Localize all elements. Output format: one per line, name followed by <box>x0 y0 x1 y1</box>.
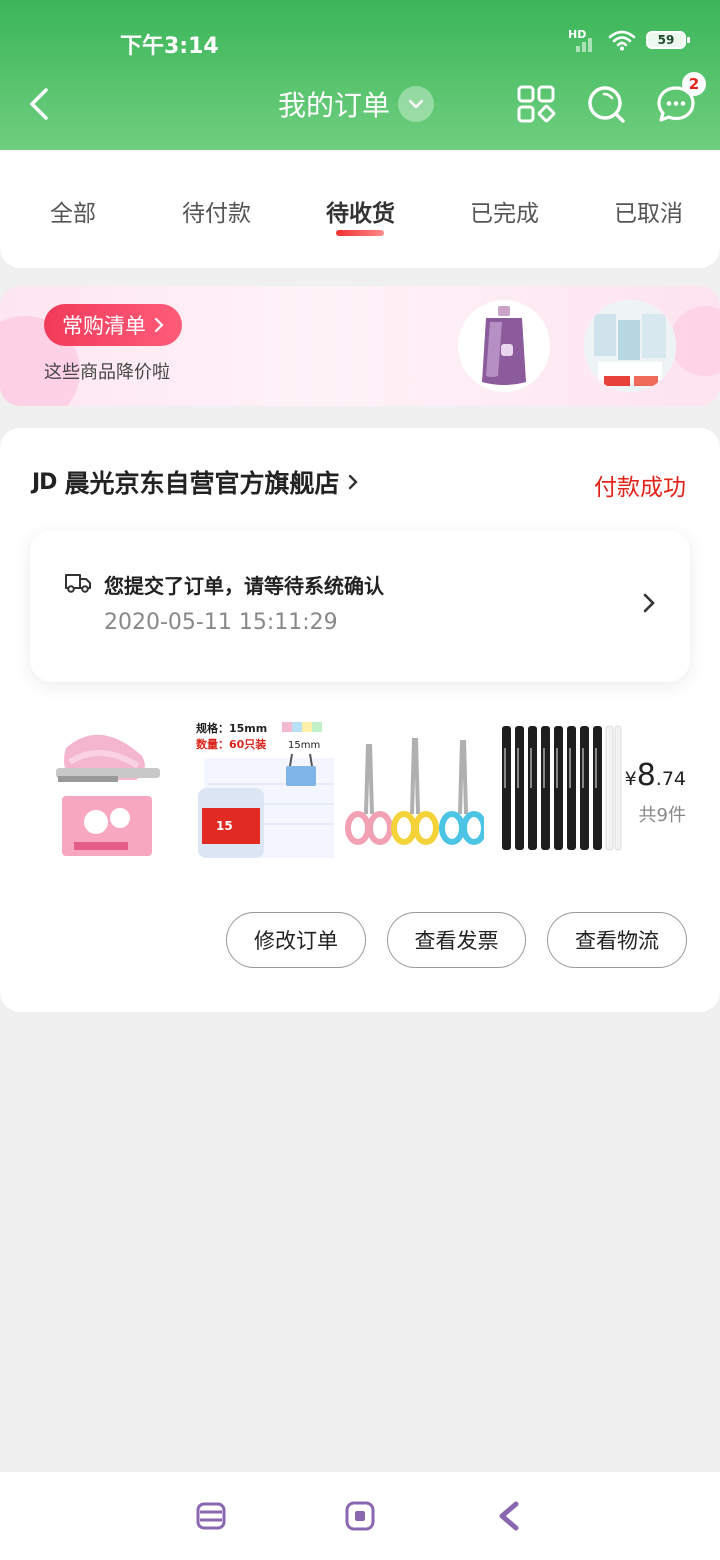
frequent-list-label: 常购清单 <box>62 314 146 338</box>
notice-message: 您提交了订单，请等待系统确认 <box>104 574 384 598</box>
back-icon[interactable] <box>24 84 64 124</box>
chevron-right-icon <box>154 317 164 333</box>
menu-icon[interactable] <box>195 1500 227 1532</box>
jd-logo: JD <box>32 469 57 495</box>
signal-icon: HD <box>568 28 598 52</box>
mask-pack-image <box>584 300 676 392</box>
product-thumb-binder-clips[interactable]: 规格：15mm 数量：60只装 15mm 15 <box>194 718 336 864</box>
wifi-icon <box>608 30 636 51</box>
order-total-price: ¥8.74 <box>625 758 686 793</box>
scissors-image <box>345 737 487 845</box>
price-integer: 8 <box>636 758 656 793</box>
header: 下午3:14 HD 59 我的订单 2 <box>0 0 720 150</box>
order-progress-notice[interactable]: 您提交了订单，请等待系统确认 2020-05-11 15:11:29 <box>30 530 690 682</box>
status-time: 下午3:14 <box>120 34 219 59</box>
decor-blob <box>670 306 720 376</box>
item-count: 共9件 <box>638 805 686 826</box>
nav-bar: 我的订单 2 <box>0 72 720 130</box>
notice-timestamp: 2020-05-11 15:11:29 <box>104 610 338 635</box>
home-icon[interactable] <box>344 1500 376 1532</box>
promo-product-thumb[interactable] <box>458 300 550 392</box>
order-card[interactable]: JD 晨光京东自营官方旗舰店 付款成功 您提交了订单，请等待系统确认 2020-… <box>0 428 720 1012</box>
price-decimal: .74 <box>655 768 686 790</box>
tab-pending-receipt[interactable]: 待收货 <box>326 194 395 228</box>
clip-spec-label: 规格：15mm <box>196 721 267 735</box>
store-name: 晨光京东自营官方旗舰店 <box>64 469 340 498</box>
active-tab-indicator <box>336 230 384 236</box>
tab-cancelled[interactable]: 已取消 <box>614 194 683 228</box>
promo-subtitle: 这些商品降价啦 <box>44 362 170 383</box>
clip-size-mark: 15mm <box>288 740 320 751</box>
status-icons: HD 59 <box>568 28 690 52</box>
tab-completed[interactable]: 已完成 <box>470 194 539 228</box>
binder-clips-image: 规格：15mm 数量：60只装 15mm 15 <box>194 718 336 864</box>
perfume-bottle-image <box>482 306 526 385</box>
grid-icon[interactable] <box>516 84 556 124</box>
clip-qty-label: 数量：60只装 <box>196 737 266 751</box>
order-price-summary: ¥8.74 共9件 <box>625 758 686 827</box>
product-thumb-gel-pens[interactable] <box>498 718 622 864</box>
back-nav-icon[interactable] <box>494 1500 526 1532</box>
order-tabs: 全部 待付款 待收货 已完成 已取消 <box>0 150 720 268</box>
tab-all[interactable]: 全部 <box>50 194 96 228</box>
page-title: 我的订单 <box>278 89 391 122</box>
store-link[interactable]: JD 晨光京东自营官方旗舰店 <box>32 464 359 500</box>
product-thumb-stapler[interactable] <box>50 718 168 864</box>
gel-pens-image <box>502 725 622 851</box>
tab-pending-payment[interactable]: 待付款 <box>182 194 251 228</box>
view-invoice-button[interactable]: 查看发票 <box>387 912 526 968</box>
frequent-list-tag[interactable]: 常购清单 <box>44 304 182 346</box>
message-button[interactable]: 2 <box>656 72 706 124</box>
currency-symbol: ¥ <box>624 768 637 790</box>
search-icon[interactable] <box>586 84 626 124</box>
modify-order-button[interactable]: 修改订单 <box>226 912 366 968</box>
product-thumbnails[interactable]: 规格：15mm 数量：60只装 15mm 15 <box>50 718 622 868</box>
stapler-image <box>56 734 160 856</box>
chevron-right-icon <box>349 474 359 490</box>
delivery-truck-icon <box>65 574 91 593</box>
battery-icon: 59 <box>646 31 690 49</box>
track-shipment-button[interactable]: 查看物流 <box>547 912 687 968</box>
order-status: 付款成功 <box>594 475 686 501</box>
system-navigation-bar <box>0 1472 720 1560</box>
frequent-list-banner[interactable]: 常购清单 这些商品降价啦 <box>0 286 720 406</box>
promo-product-thumb[interactable] <box>584 300 676 392</box>
status-bar: 下午3:14 HD 59 <box>0 0 720 80</box>
message-badge: 2 <box>682 72 706 96</box>
chevron-down-icon <box>398 86 435 122</box>
page-title-dropdown[interactable]: 我的订单 <box>278 84 435 124</box>
chevron-right-icon <box>643 593 655 613</box>
clip-tub-label: 15 <box>216 819 233 833</box>
product-thumb-scissors[interactable] <box>344 718 487 864</box>
